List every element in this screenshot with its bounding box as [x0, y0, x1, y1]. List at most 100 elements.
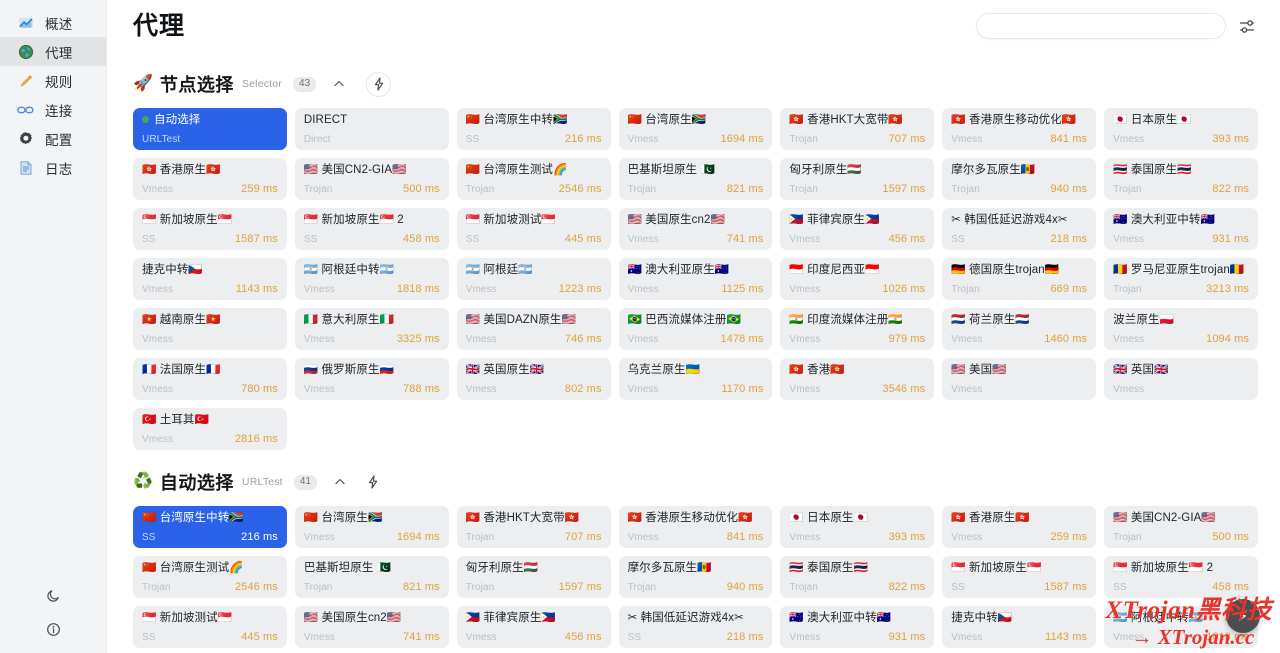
proxy-node-meta: Vmess 1223 ms — [466, 283, 602, 296]
proxy-groups-scroll[interactable]: 🚀 节点选择 Selector 43 自动选择 URLTest DIRECT Direct 🇨🇳… — [107, 52, 1280, 653]
sidebar-item-rules[interactable]: 规则 — [0, 66, 106, 95]
proxy-node-card[interactable]: 🇭🇰 香港原生移动优化🇭🇰 Vmess 841 ms — [942, 108, 1097, 150]
proxy-node-card[interactable]: 🇺🇸 美国CN2-GIA🇺🇸 Trojan 500 ms — [294, 158, 449, 200]
proxy-node-card[interactable]: 🇸🇬 新加坡测试🇸🇬 SS 445 ms — [456, 208, 611, 250]
proxy-node-protocol: Trojan — [303, 582, 333, 593]
group-speed-test-button[interactable] — [363, 472, 383, 492]
proxy-node-card[interactable]: 🇧🇷 巴西流媒体注册🇧🇷 Vmess 1478 ms — [618, 308, 773, 350]
proxy-node-card[interactable]: 摩尔多瓦原生🇲🇩 Trojan 940 ms — [618, 556, 773, 598]
proxy-node-protocol: Vmess — [951, 134, 983, 145]
proxy-node-card[interactable]: 匈牙利原生🇭🇺 Trojan 1597 ms — [456, 556, 611, 598]
proxy-node-card[interactable]: 捷克中转🇨🇿 Vmess 1143 ms — [942, 606, 1097, 648]
proxy-node-card[interactable]: ✂ 韩国低延迟游戏4x✂ SS 218 ms — [942, 208, 1097, 250]
proxy-node-card[interactable]: 🇨🇳 台湾原生🇿🇦 Vmess 1694 ms — [618, 108, 773, 150]
proxy-node-card[interactable]: 摩尔多瓦原生🇲🇩 Trojan 940 ms — [942, 158, 1097, 200]
proxy-node-card[interactable]: 乌克兰原生🇺🇦 Vmess 1170 ms — [618, 358, 773, 400]
proxy-node-latency: 500 ms — [1212, 531, 1249, 543]
sidebar-item-logs[interactable]: 日志 — [0, 153, 106, 182]
proxy-node-card[interactable]: 🇹🇭 泰国原生🇹🇭 Trojan 822 ms — [1104, 158, 1258, 200]
sidebar-item-overview[interactable]: 概述 — [0, 8, 106, 37]
chevron-up-icon[interactable] — [330, 472, 350, 492]
proxy-node-meta: Trojan 821 ms — [304, 581, 440, 594]
proxy-node-card[interactable]: 🇸🇬 新加坡原生🇸🇬 SS 1587 ms — [133, 208, 287, 250]
proxy-node-card[interactable]: DIRECT Direct — [294, 108, 449, 150]
proxy-node-card[interactable]: 🇫🇷 法国原生🇫🇷 Vmess 780 ms — [133, 358, 287, 400]
sidebar-item-config[interactable]: 配置 — [0, 124, 106, 153]
proxy-node-card[interactable]: 🇮🇩 印度尼西亚🇮🇩 Vmess 1026 ms — [780, 258, 935, 300]
proxy-node-name: 🇻🇳 越南原生🇻🇳 — [142, 314, 221, 326]
search-input[interactable] — [976, 13, 1226, 39]
proxy-node-card[interactable]: 🇹🇭 泰国原生🇹🇭 Trojan 822 ms — [780, 556, 935, 598]
proxy-node-card[interactable]: 🇻🇳 越南原生🇻🇳 Vmess — [133, 308, 287, 350]
proxy-node-card[interactable]: 🇺🇸 美国🇺🇸 Vmess — [942, 358, 1097, 400]
proxy-node-card[interactable]: 🇯🇵 日本原生🇯🇵 Vmess 393 ms — [780, 506, 935, 548]
proxy-node-card[interactable]: 🇮🇳 印度流媒体注册🇮🇳 Vmess 979 ms — [780, 308, 935, 350]
proxy-node-latency: 1125 ms — [721, 283, 764, 295]
proxy-node-card[interactable]: 🇦🇷 阿根廷🇦🇷 Vmess 1223 ms — [456, 258, 611, 300]
moon-icon[interactable] — [44, 585, 64, 605]
proxy-node-card[interactable]: 🇭🇰 香港🇭🇰 Vmess 3546 ms — [780, 358, 935, 400]
proxy-node-card[interactable]: 🇮🇹 意大利原生🇮🇹 Vmess 3325 ms — [294, 308, 449, 350]
proxy-node-card[interactable]: 🇸🇬 新加坡测试🇸🇬 SS 445 ms — [133, 606, 287, 648]
proxy-node-card[interactable]: 🇦🇷 阿根廷中转🇦🇷 Vmess 1818 ms — [294, 258, 449, 300]
proxy-node-card[interactable]: 🇬🇧 英国🇬🇧 Vmess — [1104, 358, 1258, 400]
proxy-node-meta: Vmess 1694 ms — [304, 531, 440, 544]
proxy-node-card[interactable]: 🇭🇰 香港原生🇭🇰 Vmess 259 ms — [942, 506, 1097, 548]
proxy-node-card[interactable]: 巴基斯坦原生 🇵🇰 Trojan 821 ms — [618, 158, 773, 200]
proxy-node-protocol: Vmess — [627, 532, 659, 543]
proxy-node-meta: Vmess — [951, 383, 1087, 396]
proxy-node-card[interactable]: 🇺🇸 美国原生cn2🇺🇸 Vmess 741 ms — [294, 606, 449, 648]
group-speed-test-button[interactable] — [366, 71, 392, 97]
info-icon[interactable] — [44, 619, 64, 639]
proxy-node-card[interactable]: 🇨🇳 台湾原生🇿🇦 Vmess 1694 ms — [294, 506, 449, 548]
proxy-node-card[interactable]: 🇨🇳 台湾原生中转🇿🇦 SS 216 ms — [133, 506, 287, 548]
proxy-node-card[interactable]: 🇩🇪 德国原生trojan🇩🇪 Trojan 669 ms — [942, 258, 1097, 300]
proxy-node-card[interactable]: 🇯🇵 日本原生🇯🇵 Vmess 393 ms — [1104, 108, 1258, 150]
proxy-node-card[interactable]: 🇸🇬 新加坡原生🇸🇬 2 SS 458 ms — [1104, 556, 1258, 598]
proxy-node-latency: 841 ms — [726, 531, 764, 543]
proxy-node-latency: 500 ms — [403, 183, 440, 195]
speed-test-fab[interactable]: ⚡ — [1226, 599, 1260, 633]
proxy-node-protocol: Vmess — [789, 384, 821, 395]
proxy-node-card[interactable]: 🇹🇷 土耳其🇹🇷 Vmess 2816 ms — [133, 408, 287, 450]
proxy-node-meta: Trojan 940 ms — [951, 183, 1087, 196]
proxy-node-latency: 1587 ms — [234, 233, 278, 245]
proxy-node-name: 🇭🇰 香港🇭🇰 — [789, 364, 845, 376]
proxy-node-card[interactable]: 匈牙利原生🇭🇺 Trojan 1597 ms — [780, 158, 935, 200]
proxy-node-card[interactable]: 🇭🇰 香港原生移动优化🇭🇰 Vmess 841 ms — [618, 506, 773, 548]
sliders-icon[interactable] — [1239, 18, 1256, 35]
proxy-node-card[interactable]: 捷克中转🇨🇿 Vmess 1143 ms — [133, 258, 287, 300]
proxy-node-name: 巴基斯坦原生 🇵🇰 — [627, 164, 715, 176]
proxy-node-card[interactable]: 🇷🇺 俄罗斯原生🇷🇺 Vmess 788 ms — [294, 358, 449, 400]
proxy-node-protocol: Trojan — [627, 184, 657, 195]
proxy-node-card[interactable]: 🇬🇧 英国原生🇬🇧 Vmess 802 ms — [456, 358, 611, 400]
proxy-node-card[interactable]: 🇭🇰 香港原生🇭🇰 Vmess 259 ms — [133, 158, 287, 200]
proxy-node-card[interactable]: 🇨🇳 台湾原生测试🌈 Trojan 2546 ms — [133, 556, 287, 598]
proxy-node-card[interactable]: 🇳🇱 荷兰原生🇳🇱 Vmess 1460 ms — [942, 308, 1097, 350]
proxy-node-card[interactable]: 巴基斯坦原生 🇵🇰 Trojan 821 ms — [294, 556, 449, 598]
proxy-node-card[interactable]: 🇦🇺 澳大利亚中转🇦🇺 Vmess 931 ms — [1104, 208, 1258, 250]
proxy-node-card[interactable]: 🇦🇺 澳大利亚中转🇦🇺 Vmess 931 ms — [780, 606, 935, 648]
proxy-node-card[interactable]: 🇦🇺 澳大利亚原生🇦🇺 Vmess 1125 ms — [618, 258, 773, 300]
sidebar-item-connections[interactable]: 连接 — [0, 95, 106, 124]
proxy-node-card[interactable]: 🇸🇬 新加坡原生🇸🇬 2 SS 458 ms — [294, 208, 449, 250]
proxy-node-card[interactable]: 🇨🇳 台湾原生中转🇿🇦 SS 216 ms — [456, 108, 611, 150]
proxy-node-card[interactable]: 🇭🇰 香港HKT大宽带🇭🇰 Trojan 707 ms — [780, 108, 935, 150]
lightning-icon: ⚡ — [1237, 608, 1249, 625]
sidebar-item-proxies[interactable]: 代理 — [0, 37, 106, 66]
proxy-node-card[interactable]: 🇷🇴 罗马尼亚原生trojan🇷🇴 Trojan 3213 ms — [1104, 258, 1258, 300]
chevron-up-icon[interactable] — [329, 74, 349, 94]
proxy-node-card[interactable]: 🇺🇸 美国DAZN原生🇺🇸 Vmess 746 ms — [456, 308, 611, 350]
proxy-node-name: 🇺🇸 美国CN2-GIA🇺🇸 — [1113, 512, 1216, 524]
proxy-node-card[interactable]: 🇵🇭 菲律宾原生🇵🇭 Vmess 456 ms — [780, 208, 935, 250]
proxy-node-card[interactable]: 🇭🇰 香港HKT大宽带🇭🇰 Trojan 707 ms — [456, 506, 611, 548]
proxy-node-card[interactable]: 🇵🇭 菲律宾原生🇵🇭 Vmess 456 ms — [456, 606, 611, 648]
proxy-node-name: 🇷🇴 罗马尼亚原生trojan🇷🇴 — [1113, 264, 1245, 276]
proxy-node-card[interactable]: 🇨🇳 台湾原生测试🌈 Trojan 2546 ms — [456, 158, 611, 200]
proxy-node-card[interactable]: 波兰原生🇵🇱 Vmess 1094 ms — [1104, 308, 1258, 350]
proxy-node-card[interactable]: 自动选择 URLTest — [133, 108, 287, 150]
proxy-node-card[interactable]: 🇺🇸 美国CN2-GIA🇺🇸 Trojan 500 ms — [1104, 506, 1258, 548]
proxy-node-card[interactable]: ✂ 韩国低延迟游戏4x✂ SS 218 ms — [618, 606, 773, 648]
proxy-node-card[interactable]: 🇸🇬 新加坡原生🇸🇬 SS 1587 ms — [942, 556, 1097, 598]
proxy-node-card[interactable]: 🇺🇸 美国原生cn2🇺🇸 Vmess 741 ms — [618, 208, 773, 250]
